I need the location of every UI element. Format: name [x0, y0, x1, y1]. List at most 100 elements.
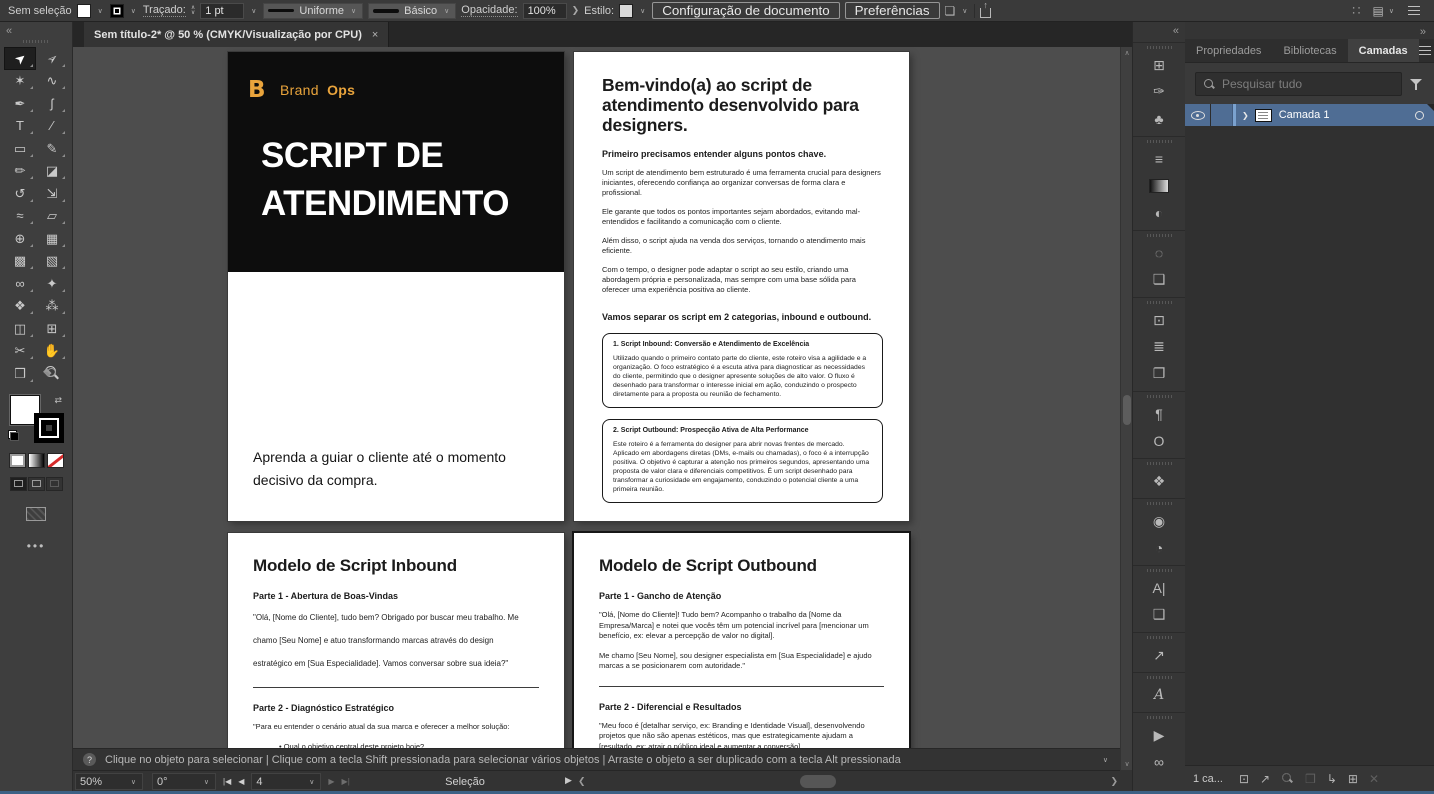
color-button[interactable]: [9, 453, 26, 468]
actions-panel-icon[interactable]: ▶: [1133, 712, 1186, 748]
export-panel-icon[interactable]: ↗: [1133, 632, 1186, 668]
tab-camadas[interactable]: Camadas: [1348, 39, 1419, 62]
visibility-toggle[interactable]: [1185, 104, 1211, 126]
symbols-tool[interactable]: ❖: [4, 295, 36, 318]
stroke-width-stepper[interactable]: ∧∨: [191, 6, 195, 16]
preferences-button[interactable]: Preferências: [845, 2, 940, 19]
default-colors-icon[interactable]: [8, 430, 19, 441]
symbol-sprayer-tool[interactable]: ⁂: [36, 295, 68, 318]
artboard-number-select[interactable]: 4: [251, 773, 321, 790]
transparency-panel-icon[interactable]: ◐: [1133, 199, 1186, 226]
chevron-right-icon[interactable]: ❯: [572, 5, 580, 16]
perspective-grid-tool[interactable]: ▦: [36, 227, 68, 250]
stroke-width-field[interactable]: 1 pt: [200, 3, 244, 19]
locate-object-icon[interactable]: ⊡: [1239, 772, 1249, 786]
chevron-down-icon[interactable]: [1101, 756, 1110, 764]
graphic-style-swatch[interactable]: [619, 4, 633, 18]
color-panel-icon[interactable]: ◉: [1133, 498, 1186, 534]
artboard-1-cover[interactable]: B Brand Ops SCRIPT DE ATENDIMENTO Aprend…: [228, 52, 564, 521]
artboards-panel-icon[interactable]: ⊞: [1133, 42, 1186, 78]
search-input[interactable]: [1222, 77, 1394, 91]
color-guide-panel-icon[interactable]: ◔: [1133, 534, 1186, 561]
next-artboard-icon[interactable]: ▶: [328, 777, 334, 786]
rectangle-tool[interactable]: ▭: [4, 137, 36, 160]
mesh-tool[interactable]: ▩: [4, 250, 36, 273]
asset-export-panel-icon[interactable]: ❖: [1133, 458, 1186, 494]
previous-artboard-icon[interactable]: ◀: [238, 777, 244, 786]
chevron-down-icon[interactable]: [1387, 7, 1396, 15]
horizontal-scroll-thumb[interactable]: [800, 775, 836, 788]
tab-bibliotecas[interactable]: Bibliotecas: [1272, 39, 1347, 62]
zoom-level-select[interactable]: 50%: [75, 773, 143, 790]
brush-definition-select[interactable]: Básico: [368, 3, 456, 19]
appearance-panel-icon[interactable]: ◌: [1133, 230, 1186, 266]
shape-builder-tool[interactable]: ⊕: [4, 227, 36, 250]
type-tool[interactable]: T: [4, 115, 36, 138]
chevron-down-icon[interactable]: [129, 7, 138, 15]
selection-tool[interactable]: ➤: [4, 47, 36, 70]
edit-toolbar-icon[interactable]: •••: [27, 539, 46, 553]
opacity-field[interactable]: 100%: [523, 3, 567, 19]
share-document-icon[interactable]: [980, 8, 991, 18]
document-tab[interactable]: Sem título-2* @ 50 % (CMYK/Visualização …: [84, 22, 389, 47]
graphic-styles-panel-icon[interactable]: ❏: [1133, 266, 1186, 293]
transform-panel-icon[interactable]: ⊡: [1133, 297, 1186, 333]
artboard-2-welcome[interactable]: Bem-vindo(a) ao script de atendimento de…: [574, 52, 909, 521]
brushes-panel-icon[interactable]: ✑: [1133, 78, 1186, 105]
chevron-down-icon[interactable]: [249, 7, 258, 15]
layer-target-icon[interactable]: [1415, 111, 1424, 120]
close-tab-icon[interactable]: ×: [372, 29, 378, 41]
fill-color-swatch[interactable]: [77, 4, 91, 18]
tab-propriedades[interactable]: Propriedades: [1185, 39, 1272, 62]
status-expand-icon[interactable]: ▶: [565, 775, 572, 786]
chevron-down-icon[interactable]: [96, 7, 105, 15]
pen-tool[interactable]: ✒: [4, 92, 36, 115]
apps-grid-icon[interactable]: [1352, 3, 1360, 19]
scroll-left-icon[interactable]: ❮: [578, 776, 586, 787]
draw-behind-button[interactable]: [28, 477, 45, 491]
current-tool-status[interactable]: Seleção: [360, 771, 570, 792]
shaper-tool[interactable]: ✏: [4, 160, 36, 183]
links-panel-icon[interactable]: ∞: [1133, 748, 1186, 775]
scroll-right-icon[interactable]: ❯: [1110, 776, 1118, 787]
clipping-mask-icon[interactable]: ❒: [1305, 772, 1316, 786]
filter-icon[interactable]: [1410, 78, 1424, 91]
curvature-tool[interactable]: ʃ: [36, 92, 68, 115]
layer-thumbnail[interactable]: [1255, 109, 1272, 122]
help-icon[interactable]: [83, 753, 96, 766]
paragraph-panel-icon[interactable]: ¶: [1133, 391, 1186, 427]
stroke-label[interactable]: Traçado:: [143, 4, 186, 17]
screen-mode-button[interactable]: [26, 507, 46, 521]
chevron-down-icon[interactable]: [638, 7, 647, 15]
direct-selection-tool[interactable]: ➢: [36, 47, 68, 70]
artboard-3-inbound[interactable]: Modelo de Script Inbound Parte 1 - Abert…: [228, 533, 564, 748]
css-properties-panel-icon[interactable]: ❑: [1133, 601, 1186, 628]
print-tiling-tool[interactable]: ❒: [4, 362, 36, 385]
last-artboard-icon[interactable]: ▶|: [342, 777, 350, 786]
tools-gripper[interactable]: [23, 40, 49, 43]
stroke-panel-icon[interactable]: ≡: [1133, 136, 1186, 172]
new-layer-icon[interactable]: ⊞: [1348, 772, 1358, 786]
lasso-tool[interactable]: ∿: [36, 70, 68, 93]
hand-tool[interactable]: ✋: [36, 340, 68, 363]
layer-name[interactable]: Camada 1: [1279, 109, 1330, 121]
horizontal-scrollbar[interactable]: ❮ ❯: [578, 772, 1118, 791]
scale-tool[interactable]: ⇲: [36, 182, 68, 205]
collect-for-export-icon[interactable]: ↗: [1260, 772, 1270, 786]
vertical-scroll-thumb[interactable]: [1123, 395, 1131, 425]
stroke-color-box[interactable]: [34, 413, 64, 443]
gradient-button[interactable]: [28, 453, 45, 468]
stroke-color-swatch[interactable]: [110, 4, 124, 18]
blend-tool[interactable]: ∞: [4, 272, 36, 295]
opacity-label[interactable]: Opacidade:: [461, 4, 517, 17]
zoom-tool[interactable]: [36, 362, 68, 385]
collapse-tools-icon[interactable]: [6, 21, 12, 39]
none-button[interactable]: [47, 453, 64, 468]
pathfinder-panel-icon[interactable]: ❐: [1133, 360, 1186, 387]
rotate-tool[interactable]: ↺: [4, 182, 36, 205]
draw-inside-button[interactable]: [46, 477, 63, 491]
document-setup-button[interactable]: Configuração de documento: [652, 2, 839, 19]
arrange-documents-icon[interactable]: [945, 4, 956, 18]
magic-wand-tool[interactable]: ✶: [4, 70, 36, 93]
collapse-panels-icon[interactable]: [1420, 22, 1426, 40]
